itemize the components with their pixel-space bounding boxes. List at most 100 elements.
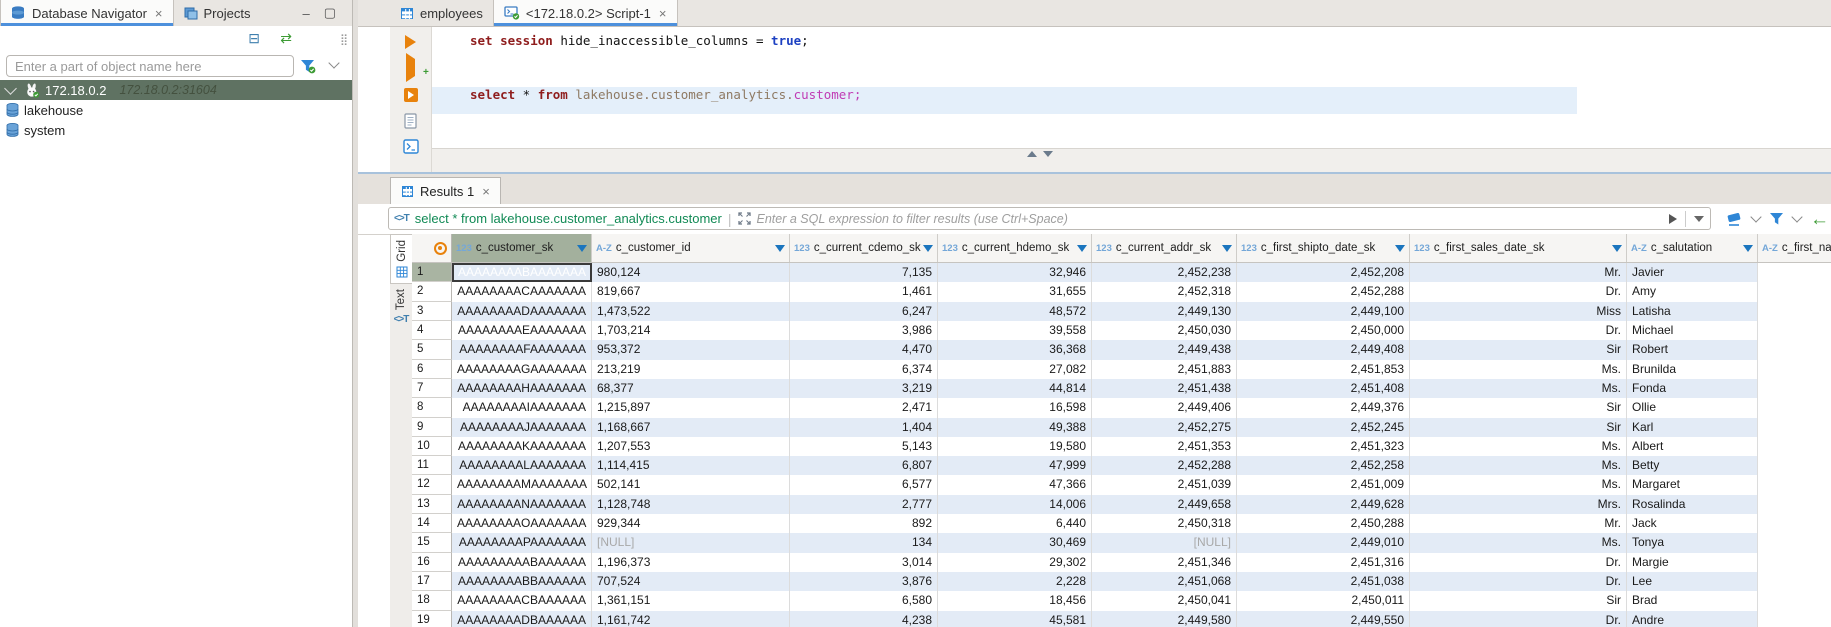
row-number[interactable]: 7	[412, 379, 452, 398]
tree-item-connection[interactable]: 172.18.0.2 172.18.0.2:31604	[0, 80, 352, 100]
eraser-icon[interactable]	[1725, 212, 1743, 227]
expand-filter-icon[interactable]	[738, 212, 751, 225]
sash-grip[interactable]	[1027, 151, 1053, 157]
column-header[interactable]: A-Zc_customer_id	[592, 234, 790, 262]
tree-item-lakehouse[interactable]: lakehouse	[0, 100, 352, 120]
grid-cell[interactable]: 47,999	[938, 456, 1092, 475]
grid-cell[interactable]: AAAAAAAAHAAAAAAA	[452, 379, 592, 398]
grid-cell[interactable]: 2,450,030	[1092, 321, 1237, 340]
grid-cell[interactable]: 47,366	[938, 475, 1092, 494]
filter-input-box[interactable]: <>T select * from lakehouse.customer_ana…	[388, 207, 1711, 230]
grid-cell[interactable]: Ms.	[1410, 533, 1627, 552]
overflow-dots-icon[interactable]: ⣿	[340, 33, 348, 46]
column-header[interactable]: A-Zc_first_na	[1758, 234, 1831, 262]
close-icon[interactable]: ×	[659, 6, 667, 21]
grid-cell[interactable]: 5,143	[790, 437, 938, 456]
object-filter-input[interactable]	[6, 55, 294, 77]
grid-cell[interactable]: 2,450,041	[1092, 591, 1237, 610]
grid-cell[interactable]: AAAAAAAADAAAAAAA	[452, 302, 592, 321]
grid-cell[interactable]: 2,449,376	[1237, 398, 1410, 417]
row-number[interactable]: 8	[412, 398, 452, 417]
grid-cell[interactable]: Ms.	[1410, 475, 1627, 494]
grid-cell[interactable]: 6,440	[938, 514, 1092, 533]
grid-cell[interactable]: 2,451,316	[1237, 553, 1410, 572]
tab-database-navigator[interactable]: Database Navigator ×	[0, 0, 174, 26]
grid-cell[interactable]: 1,196,373	[592, 553, 790, 572]
row-number[interactable]: 2	[412, 282, 452, 301]
column-header[interactable]: A-Zc_salutation	[1627, 234, 1758, 262]
chevron-down-icon[interactable]	[1750, 211, 1761, 222]
grid-cell[interactable]: AAAAAAAACBAAAAAA	[452, 591, 592, 610]
grid-cell[interactable]: AAAAAAAALAAAAAAA	[452, 456, 592, 475]
grid-cell[interactable]: 2,452,208	[1237, 263, 1410, 282]
column-header[interactable]: 123c_current_hdemo_sk	[938, 234, 1092, 262]
grid-corner-cell[interactable]	[412, 234, 452, 262]
column-filter-arrow-icon[interactable]	[1395, 245, 1405, 252]
column-filter-arrow-icon[interactable]	[577, 245, 587, 252]
grid-cell[interactable]: Miss	[1410, 302, 1627, 321]
grid-cell[interactable]: AAAAAAAAJAAAAAAA	[452, 418, 592, 437]
grid-cell[interactable]: Ms.	[1410, 360, 1627, 379]
grid-cell[interactable]: Rosalinda	[1627, 495, 1758, 514]
grid-cell[interactable]: 2,451,353	[1092, 437, 1237, 456]
grid-cell[interactable]: 3,876	[790, 572, 938, 591]
grid-cell[interactable]: 44,814	[938, 379, 1092, 398]
grid-cell[interactable]: 6,374	[790, 360, 938, 379]
grid-cell[interactable]: 2,451,346	[1092, 553, 1237, 572]
grid-cell[interactable]: 2,451,038	[1237, 572, 1410, 591]
grid-cell[interactable]: AAAAAAAAOAAAAAAA	[452, 514, 592, 533]
grid-cell[interactable]: AAAAAAAAIAAAAAAA	[452, 398, 592, 417]
grid-cell[interactable]: 980,124	[592, 263, 790, 282]
grid-cell[interactable]: Tonya	[1627, 533, 1758, 552]
output-console-button[interactable]	[403, 139, 419, 154]
grid-cell[interactable]: Sir	[1410, 418, 1627, 437]
row-number[interactable]: 13	[412, 495, 452, 514]
grid-cell[interactable]: 2,228	[938, 572, 1092, 591]
row-number[interactable]: 6	[412, 360, 452, 379]
minimize-view-icon[interactable]: –	[302, 6, 309, 21]
tab-script-1[interactable]: <172.18.0.2> Script-1 ×	[493, 0, 678, 26]
grid-cell[interactable]: 213,219	[592, 360, 790, 379]
grid-cell[interactable]: 3,986	[790, 321, 938, 340]
grid-cell[interactable]: 7,135	[790, 263, 938, 282]
grid-cell[interactable]: AAAAAAAABBAAAAAA	[452, 572, 592, 591]
grid-cell[interactable]: 892	[790, 514, 938, 533]
grid-cell[interactable]: Javier	[1627, 263, 1758, 282]
grid-cell[interactable]: 6,580	[790, 591, 938, 610]
grid-cell[interactable]: AAAAAAAAABAAAAAA	[452, 553, 592, 572]
grid-cell[interactable]: 2,451,068	[1092, 572, 1237, 591]
column-header[interactable]: 123c_first_shipto_date_sk	[1237, 234, 1410, 262]
chevron-down-icon[interactable]	[4, 82, 17, 95]
grid-cell[interactable]: 2,449,580	[1092, 611, 1237, 627]
grid-cell[interactable]: 2,452,288	[1237, 282, 1410, 301]
grid-cell[interactable]: 29,302	[938, 553, 1092, 572]
grid-cell[interactable]: 2,452,318	[1092, 282, 1237, 301]
grid-cell[interactable]: Sir	[1410, 398, 1627, 417]
grid-cell[interactable]: 2,449,438	[1092, 340, 1237, 359]
grid-cell[interactable]: 6,577	[790, 475, 938, 494]
filter-history-dropdown-icon[interactable]	[1694, 216, 1704, 222]
row-number[interactable]: 16	[412, 553, 452, 572]
grid-cell[interactable]: 2,451,009	[1237, 475, 1410, 494]
grid-cell[interactable]: 1,168,667	[592, 418, 790, 437]
row-number[interactable]: 4	[412, 321, 452, 340]
grid-cell[interactable]: AAAAAAAAGAAAAAAA	[452, 360, 592, 379]
grid-cell[interactable]: [NULL]	[1092, 533, 1237, 552]
grid-cell[interactable]: 2,451,323	[1237, 437, 1410, 456]
grid-cell[interactable]: Dr.	[1410, 611, 1627, 627]
grid-cell[interactable]: [NULL]	[592, 533, 790, 552]
grid-cell[interactable]: 31,655	[938, 282, 1092, 301]
grid-cell[interactable]: 2,449,406	[1092, 398, 1237, 417]
grid-cell[interactable]: Betty	[1627, 456, 1758, 475]
grid-cell[interactable]: AAAAAAAAMAAAAAAA	[452, 475, 592, 494]
grid-cell[interactable]: 6,247	[790, 302, 938, 321]
grid-cell[interactable]: 45,581	[938, 611, 1092, 627]
grid-cell[interactable]: 2,452,258	[1237, 456, 1410, 475]
grid-cell[interactable]: Mr.	[1410, 263, 1627, 282]
grid-cell[interactable]: Ollie	[1627, 398, 1758, 417]
grid-cell[interactable]: 2,777	[790, 495, 938, 514]
column-filter-arrow-icon[interactable]	[923, 245, 933, 252]
grid-cell[interactable]: Ms.	[1410, 456, 1627, 475]
grid-cell[interactable]: 2,449,628	[1237, 495, 1410, 514]
grid-cell[interactable]: 2,452,288	[1092, 456, 1237, 475]
